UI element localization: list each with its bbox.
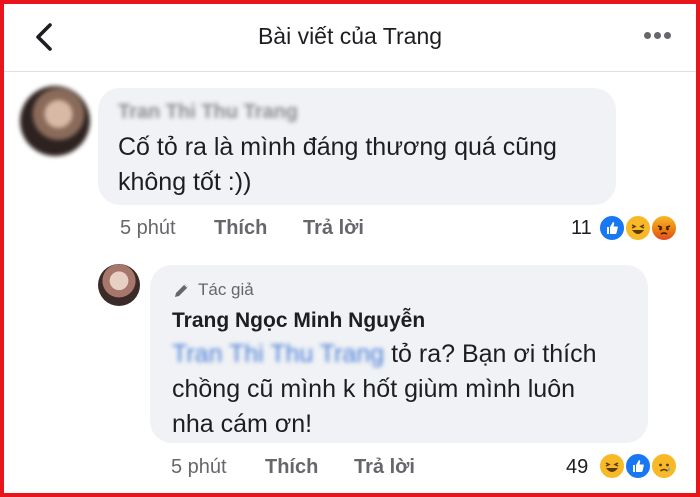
commenter-avatar[interactable] — [20, 86, 90, 156]
haha-reaction-icon — [624, 214, 652, 242]
author-badge: Tác giả — [172, 280, 254, 300]
more-options-button[interactable] — [644, 26, 678, 48]
mention-link[interactable]: Tran Thi Thu Trang — [172, 340, 384, 368]
angry-reaction-icon — [650, 214, 678, 242]
comment-bubble: Tran Thi Thu Trang Cố tỏ ra là mình đáng… — [98, 88, 616, 205]
like-reaction-icon — [598, 214, 626, 242]
pencil-icon — [175, 283, 188, 297]
reply-reply-button[interactable]: Trả lời — [354, 456, 415, 479]
author-name[interactable]: Trang Ngọc Minh Nguyễn — [172, 309, 425, 333]
reaction-icons[interactable] — [598, 214, 684, 242]
reply-reaction-count[interactable]: 49 — [566, 456, 588, 479]
reply-bubble: Tác giả Trang Ngọc Minh Nguyễn Tran Thi … — [150, 265, 648, 443]
reply-reaction-icons[interactable] — [598, 452, 684, 480]
reply-time: 5 phút — [171, 456, 227, 478]
more-horizontal-icon — [644, 32, 651, 39]
reaction-count[interactable]: 11 — [571, 217, 592, 240]
comment-time: 5 phút — [120, 217, 176, 239]
like-button[interactable]: Thích — [214, 217, 267, 240]
page-title: Bài viết của Trang — [257, 23, 443, 49]
top-bar: Bài viết của Trang — [4, 4, 696, 72]
sad-reaction-icon — [650, 452, 678, 480]
author-avatar[interactable] — [98, 264, 140, 306]
reply-button[interactable]: Trả lời — [303, 217, 364, 240]
like-reaction-icon — [624, 452, 652, 480]
haha-reaction-icon — [598, 452, 626, 480]
comment-text: Cố tỏ ra là mình đáng thương quá cũng kh… — [118, 133, 557, 196]
reply-text: Tran Thi Thu Trang tỏ ra? Bạn ơi thích c… — [172, 340, 597, 438]
reply-like-button[interactable]: Thích — [265, 456, 318, 479]
commenter-name[interactable]: Tran Thi Thu Trang — [118, 101, 298, 124]
